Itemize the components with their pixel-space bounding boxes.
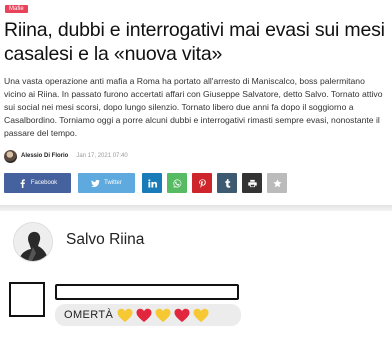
- social-post-screenshot: Salvo Riina OMERTÀ: [0, 211, 392, 337]
- share-facebook-button[interactable]: Facebook: [4, 173, 71, 193]
- twitter-icon: [91, 179, 101, 187]
- yellow-heart-icon: [155, 308, 171, 322]
- comment-emojis: [117, 308, 209, 323]
- profile-name[interactable]: Salvo Riina: [66, 231, 144, 249]
- print-button[interactable]: [242, 173, 262, 193]
- share-twitter-button[interactable]: Twitter: [78, 173, 135, 193]
- star-icon: [272, 178, 282, 187]
- category-tag[interactable]: Mafie: [5, 5, 28, 13]
- article-summary: Una vasta operazione anti mafia a Roma h…: [4, 76, 383, 138]
- share-facebook-label: Facebook: [30, 180, 58, 186]
- person-silhouette-icon: [14, 223, 52, 261]
- share-tumblr-button[interactable]: [217, 173, 237, 193]
- profile-avatar[interactable]: [13, 222, 53, 262]
- comment-bubble: OMERTÀ: [55, 304, 241, 326]
- favorite-button[interactable]: [267, 173, 287, 193]
- pinterest-icon: [198, 178, 206, 188]
- share-bar: Facebook Twitter: [4, 173, 287, 193]
- red-heart-icon: [136, 308, 152, 322]
- tumblr-icon: [224, 178, 230, 188]
- publish-date: Jan 17, 2021 07:40: [76, 153, 128, 159]
- author-name[interactable]: Alessio Di Florio: [21, 153, 68, 159]
- facebook-icon: [20, 178, 25, 188]
- share-pinterest-button[interactable]: [192, 173, 212, 193]
- comment-avatar-placeholder: [9, 282, 45, 317]
- article-headline: Riina, dubbi e interrogativi mai evasi s…: [4, 19, 385, 65]
- byline: Alessio Di Florio Jan 17, 2021 07:40: [4, 149, 128, 163]
- comment-text: OMERTÀ: [64, 309, 114, 321]
- share-linkedin-button[interactable]: [142, 173, 162, 193]
- share-whatsapp-button[interactable]: [167, 173, 187, 193]
- whatsapp-icon: [172, 178, 181, 188]
- print-icon: [247, 179, 257, 187]
- redacted-name-bar: [55, 284, 239, 300]
- yellow-heart-icon: [193, 308, 209, 322]
- linkedin-icon: [147, 178, 157, 188]
- red-heart-icon: [174, 308, 190, 322]
- yellow-heart-icon: [117, 308, 133, 322]
- share-twitter-label: Twitter: [104, 180, 122, 186]
- author-avatar[interactable]: [4, 149, 17, 163]
